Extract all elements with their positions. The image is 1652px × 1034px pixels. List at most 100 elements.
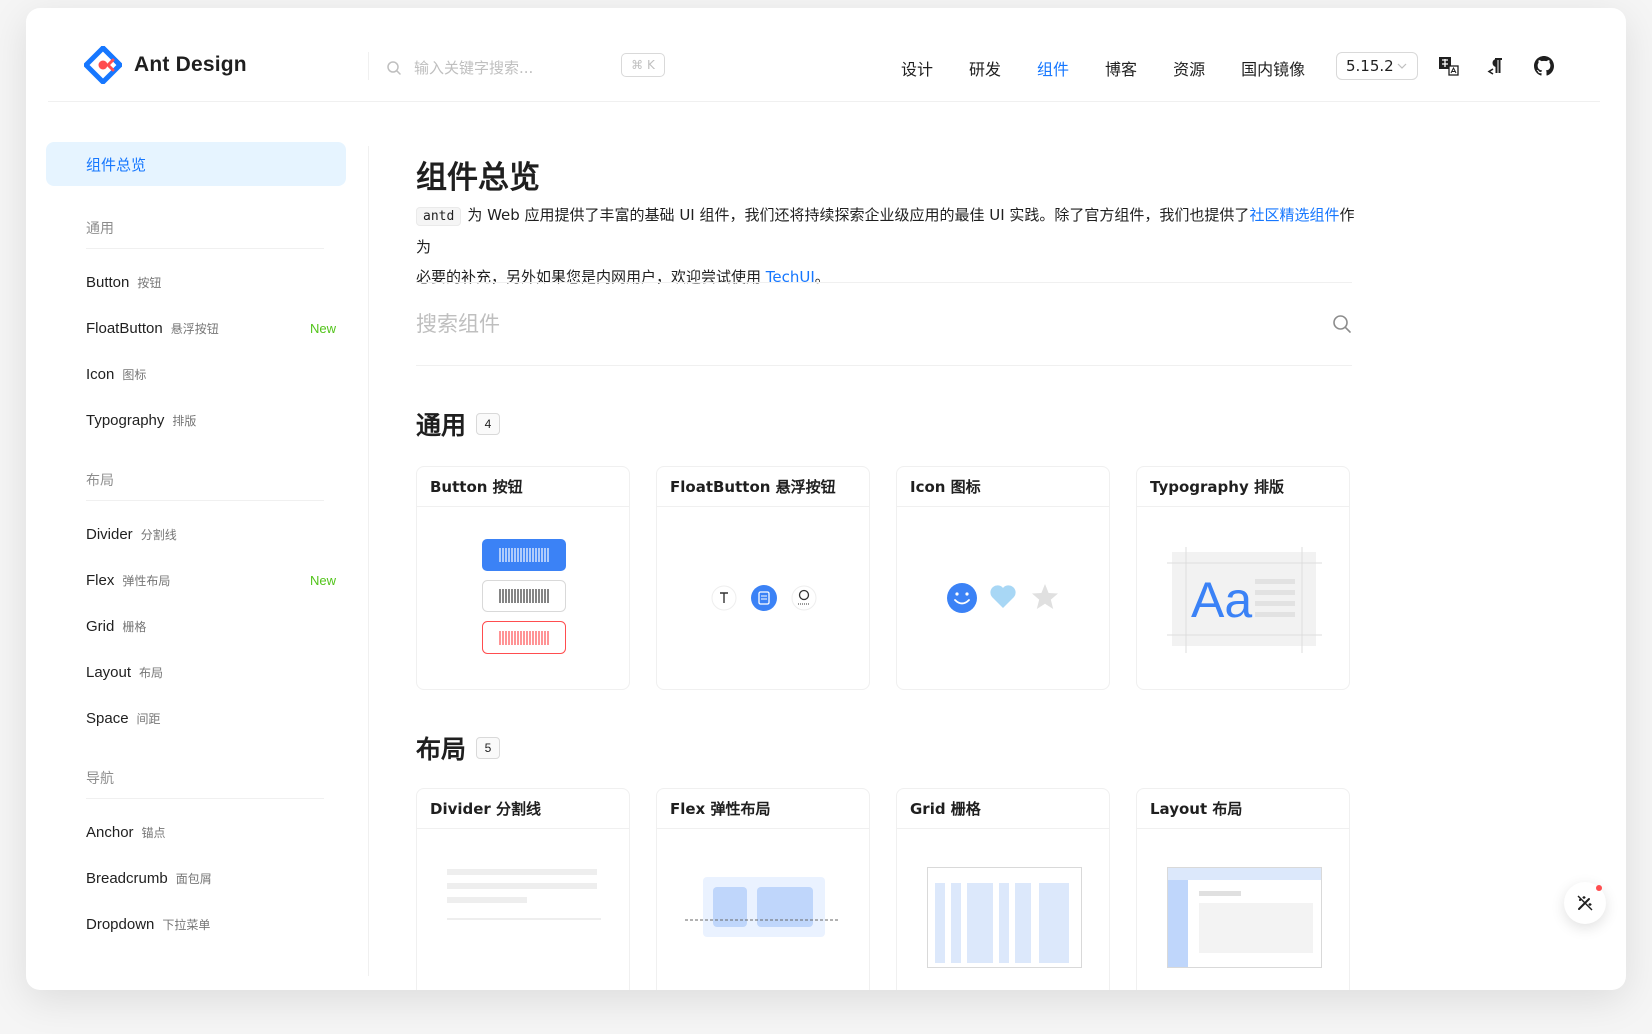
flex-preview-illustration — [657, 829, 869, 990]
component-search-input[interactable] — [416, 304, 1296, 344]
sidebar-item-sublabel: 图标 — [122, 367, 147, 382]
sidebar-item-sublabel: 排版 — [172, 413, 197, 428]
site-logo[interactable]: Ant Design — [84, 46, 247, 84]
sidebar-item-divider[interactable]: Divider 分割线 — [86, 520, 336, 548]
sidebar-item-icon[interactable]: Icon 图标 — [86, 360, 336, 388]
sidebar-border — [368, 146, 369, 976]
direction-switch-icon[interactable] — [1483, 53, 1509, 79]
sidebar-item-sublabel: 面包屑 — [175, 871, 212, 886]
section-title-layout: 布局 5 — [416, 730, 501, 766]
component-search[interactable] — [416, 304, 1352, 344]
sidebar-item-label: Space — [86, 709, 129, 727]
logo-text: Ant Design — [134, 53, 247, 76]
grid-preview-illustration — [897, 829, 1109, 990]
intro-text-part: 为 Web 应用提供了丰富的基础 UI 组件，我们还将持续探索企业级应用的最佳 … — [467, 206, 1250, 224]
component-card-flex[interactable]: Flex 弹性布局 — [656, 788, 870, 990]
sidebar-item-sublabel: 弹性布局 — [122, 573, 171, 588]
card-title: Divider 分割线 — [417, 789, 629, 829]
sidebar-item-breadcrumb[interactable]: Breadcrumb 面包屑 — [86, 864, 336, 892]
section-title-text: 通用 — [416, 411, 467, 440]
sidebar-item-overview[interactable]: 组件总览 — [46, 142, 346, 186]
svg-text:Aa: Aa — [1191, 572, 1252, 628]
component-card-grid[interactable]: Grid 栅格 — [896, 788, 1110, 990]
sidebar-item-label: Flex — [86, 571, 115, 589]
intro-text-part: 。 — [814, 268, 830, 286]
intro-text: antd 为 Web 应用提供了丰富的基础 UI 组件，我们还将持续探索企业级应用… — [416, 200, 1366, 292]
sidebar-item-sublabel: 按钮 — [137, 275, 162, 290]
notification-dot — [1596, 885, 1602, 891]
intro-text-part: 必要的补充，另外如果您是内网用户，欢迎尝试使用 — [416, 268, 766, 286]
techui-link[interactable]: TechUI — [766, 268, 815, 286]
sidebar-item-sublabel: 悬浮按钮 — [170, 321, 219, 336]
search-input[interactable] — [414, 59, 614, 77]
divider — [416, 282, 1352, 283]
divider — [416, 365, 1352, 366]
sidebar-item-label: Button — [86, 273, 130, 291]
sidebar-item-label: Breadcrumb — [86, 869, 168, 887]
sidebar-item-sublabel: 下拉菜单 — [162, 917, 211, 932]
main-nav: 设计 研发 组件 博客 资源 国内镜像 — [901, 52, 1341, 84]
sidebar-item-anchor[interactable]: Anchor 锚点 — [86, 818, 336, 846]
version-select[interactable]: 5.15.2 — [1336, 52, 1418, 80]
nav-mirror[interactable]: 国内镜像 — [1241, 56, 1305, 80]
nav-components[interactable]: 组件 — [1037, 56, 1069, 80]
language-switch-icon[interactable] — [1436, 53, 1462, 79]
sidebar-group-layout: 布局 — [86, 473, 114, 489]
card-title: Layout 布局 — [1137, 789, 1349, 829]
sidebar-group-navigation: 导航 — [86, 771, 114, 787]
header-divider — [368, 52, 369, 80]
nav-resources[interactable]: 资源 — [1173, 56, 1205, 80]
ai-assistant-button[interactable] — [1564, 882, 1606, 924]
component-card-icon[interactable]: Icon 图标 — [896, 466, 1110, 690]
sidebar-item-label: FloatButton — [86, 319, 163, 337]
sidebar-item-dropdown[interactable]: Dropdown 下拉菜单 — [86, 910, 336, 938]
sidebar-item-typography[interactable]: Typography 排版 — [86, 406, 336, 434]
version-value: 5.15.2 — [1346, 57, 1394, 75]
card-title: Flex 弹性布局 — [657, 789, 869, 829]
sidebar-item-space[interactable]: Space 间距 — [86, 704, 336, 732]
card-title: Typography 排版 — [1137, 467, 1349, 507]
section-count-badge: 4 — [476, 413, 501, 435]
component-card-typography[interactable]: Typography 排版 Aa — [1136, 466, 1350, 690]
new-badge: New — [309, 320, 336, 336]
search-icon[interactable] — [1332, 314, 1352, 334]
card-title: Button 按钮 — [417, 467, 629, 507]
component-card-divider[interactable]: Divider 分割线 — [416, 788, 630, 990]
nav-design[interactable]: 设计 — [901, 56, 933, 80]
sidebar-item-button[interactable]: Button 按钮 — [86, 268, 336, 296]
card-title: Grid 栅格 — [897, 789, 1109, 829]
card-title: Icon 图标 — [897, 467, 1109, 507]
sidebar-group-divider — [86, 248, 324, 249]
typography-preview-illustration: Aa — [1137, 507, 1349, 689]
section-title-text: 布局 — [416, 735, 467, 764]
sidebar-item-label: Grid — [86, 617, 115, 635]
sidebar-item-layout[interactable]: Layout 布局 — [86, 658, 336, 686]
github-icon[interactable] — [1531, 53, 1557, 79]
sidebar-group-general: 通用 — [86, 221, 114, 237]
browser-window: Ant Design ⌘ K 设计 研发 组件 博客 资源 国内镜像 5.15.… — [26, 8, 1626, 990]
sidebar-item-label: Divider — [86, 525, 133, 543]
page-title: 组件总览 — [416, 160, 540, 196]
chevron-down-icon — [1397, 63, 1407, 69]
component-card-floatbutton[interactable]: FloatButton 悬浮按钮 — [656, 466, 870, 690]
sidebar-item-sublabel: 锚点 — [141, 825, 166, 840]
sidebar-item-floatbutton[interactable]: FloatButton 悬浮按钮 New — [86, 314, 336, 342]
sidebar-item-grid[interactable]: Grid 栅格 — [86, 612, 336, 640]
nav-blog[interactable]: 博客 — [1105, 56, 1137, 80]
magic-wand-icon — [1577, 895, 1593, 911]
floatbutton-preview-illustration — [657, 507, 869, 689]
sidebar-item-flex[interactable]: Flex 弹性布局 New — [86, 566, 336, 594]
community-components-link[interactable]: 社区精选组件 — [1249, 206, 1339, 224]
sidebar-item-label: Dropdown — [86, 915, 155, 933]
component-card-button[interactable]: Button 按钮 — [416, 466, 630, 690]
search-icon — [387, 61, 401, 75]
nav-development[interactable]: 研发 — [969, 56, 1001, 80]
component-card-layout[interactable]: Layout 布局 — [1136, 788, 1350, 990]
ant-design-logo-icon — [84, 46, 122, 84]
sidebar-item-sublabel: 间距 — [136, 711, 161, 726]
header-bottom-border — [48, 101, 1600, 102]
divider-preview-illustration — [417, 829, 629, 990]
intro-code: antd — [416, 207, 462, 226]
site-header: Ant Design ⌘ K 设计 研发 组件 博客 资源 国内镜像 5.15.… — [26, 8, 1626, 102]
icon-preview-illustration — [897, 507, 1109, 689]
